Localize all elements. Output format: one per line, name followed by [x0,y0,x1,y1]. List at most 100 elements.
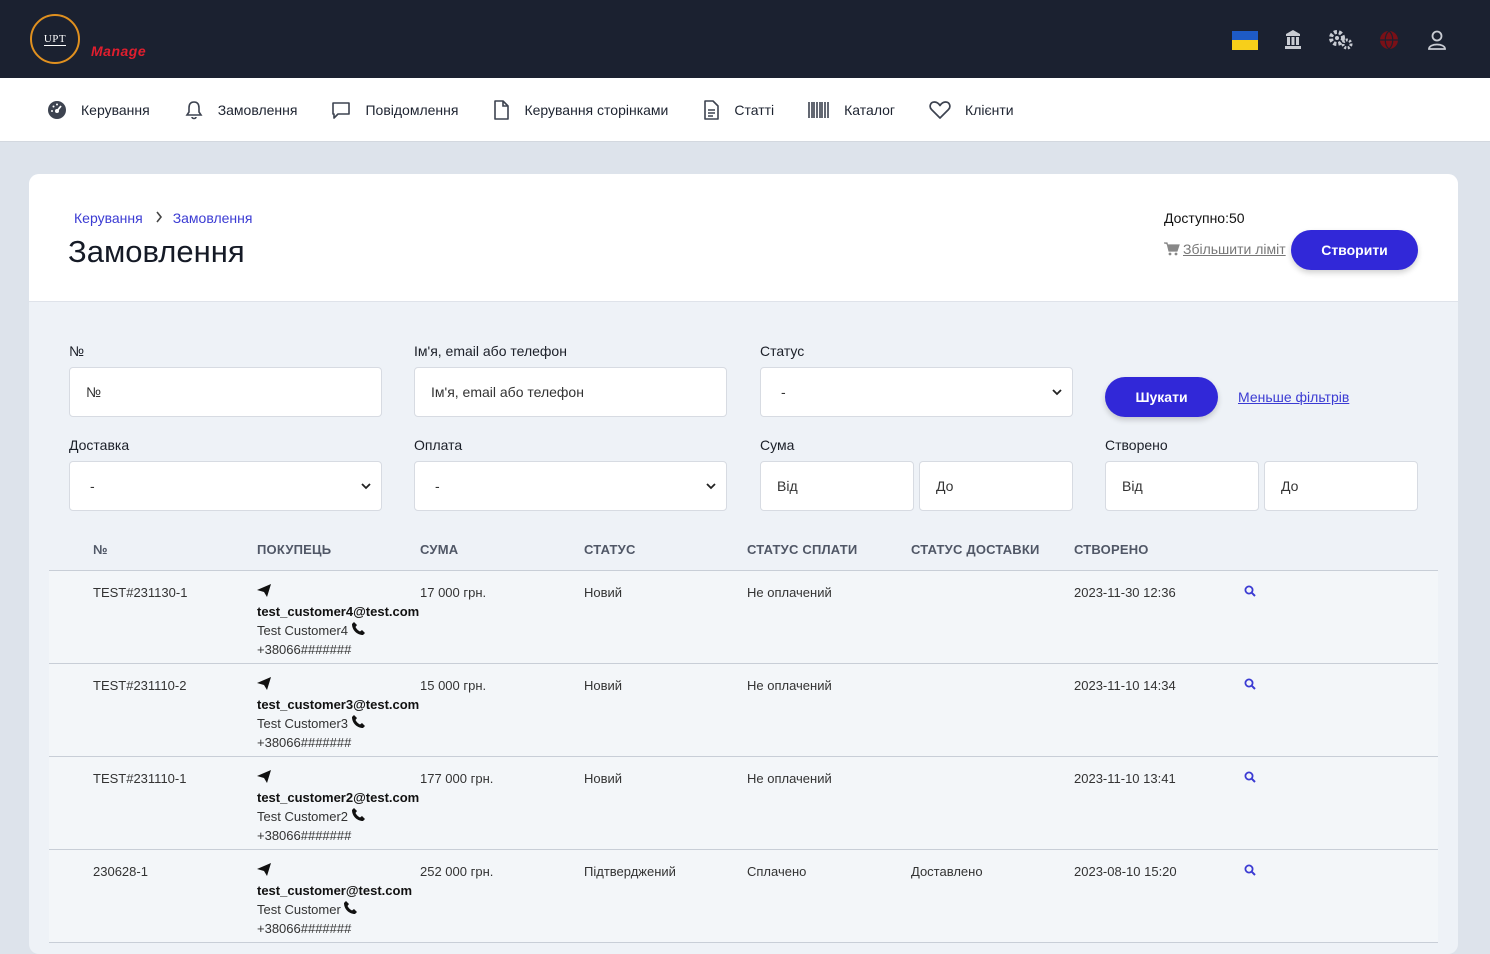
name-email-phone-input[interactable]: Ім'я, email або телефон [414,367,727,417]
phone-icon[interactable] [351,715,365,728]
nav-item-label: Керування сторінками [524,102,669,118]
view-order-icon[interactable] [1244,770,1256,788]
table-row[interactable]: TEST#231110-2 test_customer3@test.com Te… [49,664,1438,757]
number-input[interactable]: № [69,367,382,417]
column-header-sum[interactable]: СУМА [420,542,458,557]
user-icon[interactable] [1424,27,1450,53]
heart-icon [929,101,951,119]
building-icon[interactable] [1280,27,1306,53]
cart-icon [1164,242,1180,256]
nav-item-label: Повідомлення [365,102,459,118]
increase-limit-label: Збільшити ліміт [1183,241,1286,257]
less-filters-link[interactable]: Меньше фільтрів [1238,389,1349,405]
buyer-email[interactable]: test_customer4@test.com [257,602,419,621]
breadcrumb-current-link[interactable]: Замовлення [173,210,253,226]
created-date: 2023-08-10 15:20 [1074,864,1177,879]
sum-from-input[interactable]: Від [760,461,914,511]
buyer-email[interactable]: test_customer3@test.com [257,695,419,714]
order-number: TEST#231110-1 [93,771,187,786]
table-row[interactable]: 230628-1 test_customer@test.com Test Cus… [49,850,1438,943]
create-button[interactable]: Створити [1291,230,1418,270]
search-button[interactable]: Шукати [1105,377,1218,417]
phone-icon[interactable] [351,622,365,635]
created-filter-label: Створено [1105,437,1168,453]
buyer-email[interactable]: test_customer@test.com [257,881,412,900]
view-order-icon[interactable] [1244,677,1256,695]
order-sum: 15 000 грн. [420,678,487,693]
orders-table: № ПОКУПЕЦЬ СУМА СТАТУС СТАТУС СПЛАТИ СТА… [49,531,1438,943]
nav-item-label: Замовлення [217,102,298,118]
available-count: Доступно:50 [1164,210,1245,226]
breadcrumb-root-link[interactable]: Керування [74,210,143,226]
order-status: Новий [584,585,623,600]
send-icon[interactable] [257,677,271,690]
delivery-select[interactable]: - [69,461,382,511]
send-icon[interactable] [257,863,271,876]
chevron-down-icon [361,482,371,489]
column-header-delivery-status[interactable]: СТАТУС ДОСТАВКИ [911,542,1040,557]
phone-icon[interactable] [351,808,365,821]
order-number: TEST#231110-2 [93,678,187,693]
buyer-phone: +38066####### [257,735,352,750]
delivery-filter-label: Доставка [69,437,130,453]
nav-item-clients[interactable]: Клієнти [929,100,1014,120]
buyer-cell: test_customer4@test.com Test Customer4 +… [257,583,419,659]
created-from-input[interactable]: Від [1105,461,1259,511]
created-date: 2023-11-30 12:36 [1074,585,1176,600]
order-status: Підтверджений [584,864,676,879]
status-select[interactable]: - [760,367,1073,417]
buyer-phone: +38066####### [257,828,352,843]
table-header: № ПОКУПЕЦЬ СУМА СТАТУС СТАТУС СПЛАТИ СТА… [49,531,1438,571]
logo-text: UPT [43,32,67,46]
created-date: 2023-11-10 13:41 [1074,771,1176,786]
nav-item-messages[interactable]: Повідомлення [331,100,458,120]
delivery-status: Доставлено [911,864,983,879]
increase-limit-link[interactable]: Збільшити ліміт [1164,241,1286,257]
payment-select-value: - [435,478,440,494]
buyer-phone: +38066####### [257,642,352,657]
view-order-icon[interactable] [1244,584,1256,602]
payment-select[interactable]: - [414,461,727,511]
order-sum: 177 000 грн. [420,771,494,786]
buyer-cell: test_customer2@test.com Test Customer2 +… [257,769,419,845]
payment-status: Сплачено [747,864,807,879]
brand-subtitle: Manage [91,43,147,59]
nav-item-orders[interactable]: Замовлення [184,100,298,120]
order-number: TEST#231130-1 [93,585,188,600]
buyer-email[interactable]: test_customer2@test.com [257,788,419,807]
sum-to-input[interactable]: До [919,461,1073,511]
order-sum: 17 000 грн. [420,585,487,600]
column-header-created[interactable]: СТВОРЕНО [1074,542,1149,557]
nav-item-pages[interactable]: Керування сторінками [492,100,668,120]
phone-icon[interactable] [344,901,358,914]
gears-icon[interactable] [1328,27,1354,53]
buyer-name: Test Customer [257,902,341,917]
nav-item-articles[interactable]: Статті [702,100,774,120]
column-header-status[interactable]: СТАТУС [584,542,636,557]
orders-card: Керування Замовлення Замовлення Доступно… [29,174,1458,954]
globe-icon[interactable] [1376,27,1402,53]
table-row[interactable]: TEST#231110-1 test_customer2@test.com Te… [49,757,1438,850]
send-icon[interactable] [257,770,271,783]
nav-item-catalog[interactable]: Каталог [808,101,895,119]
logo[interactable]: UPT [30,14,80,64]
send-icon[interactable] [257,584,271,597]
nav-item-label: Керування [81,102,150,118]
ukraine-flag-icon[interactable] [1232,27,1258,53]
order-status: Новий [584,771,623,786]
buyer-cell: test_customer3@test.com Test Customer3 +… [257,676,419,752]
table-row[interactable]: TEST#231130-1 test_customer4@test.com Te… [49,571,1438,664]
created-to-input[interactable]: До [1264,461,1418,511]
message-icon [332,102,351,119]
page-title: Замовлення [68,234,245,269]
column-header-buyer[interactable]: ПОКУПЕЦЬ [257,542,331,557]
payment-status: Не оплачений [747,585,832,600]
view-order-icon[interactable] [1244,863,1256,881]
nav-item-dashboard[interactable]: Керування [47,100,150,120]
nav-item-label: Клієнти [965,102,1014,118]
buyer-name: Test Customer3 [257,716,349,731]
column-header-number[interactable]: № [93,542,108,557]
buyer-phone: +38066####### [257,921,352,936]
column-header-payment-status[interactable]: СТАТУС СПЛАТИ [747,542,857,557]
order-sum: 252 000 грн. [420,864,494,879]
